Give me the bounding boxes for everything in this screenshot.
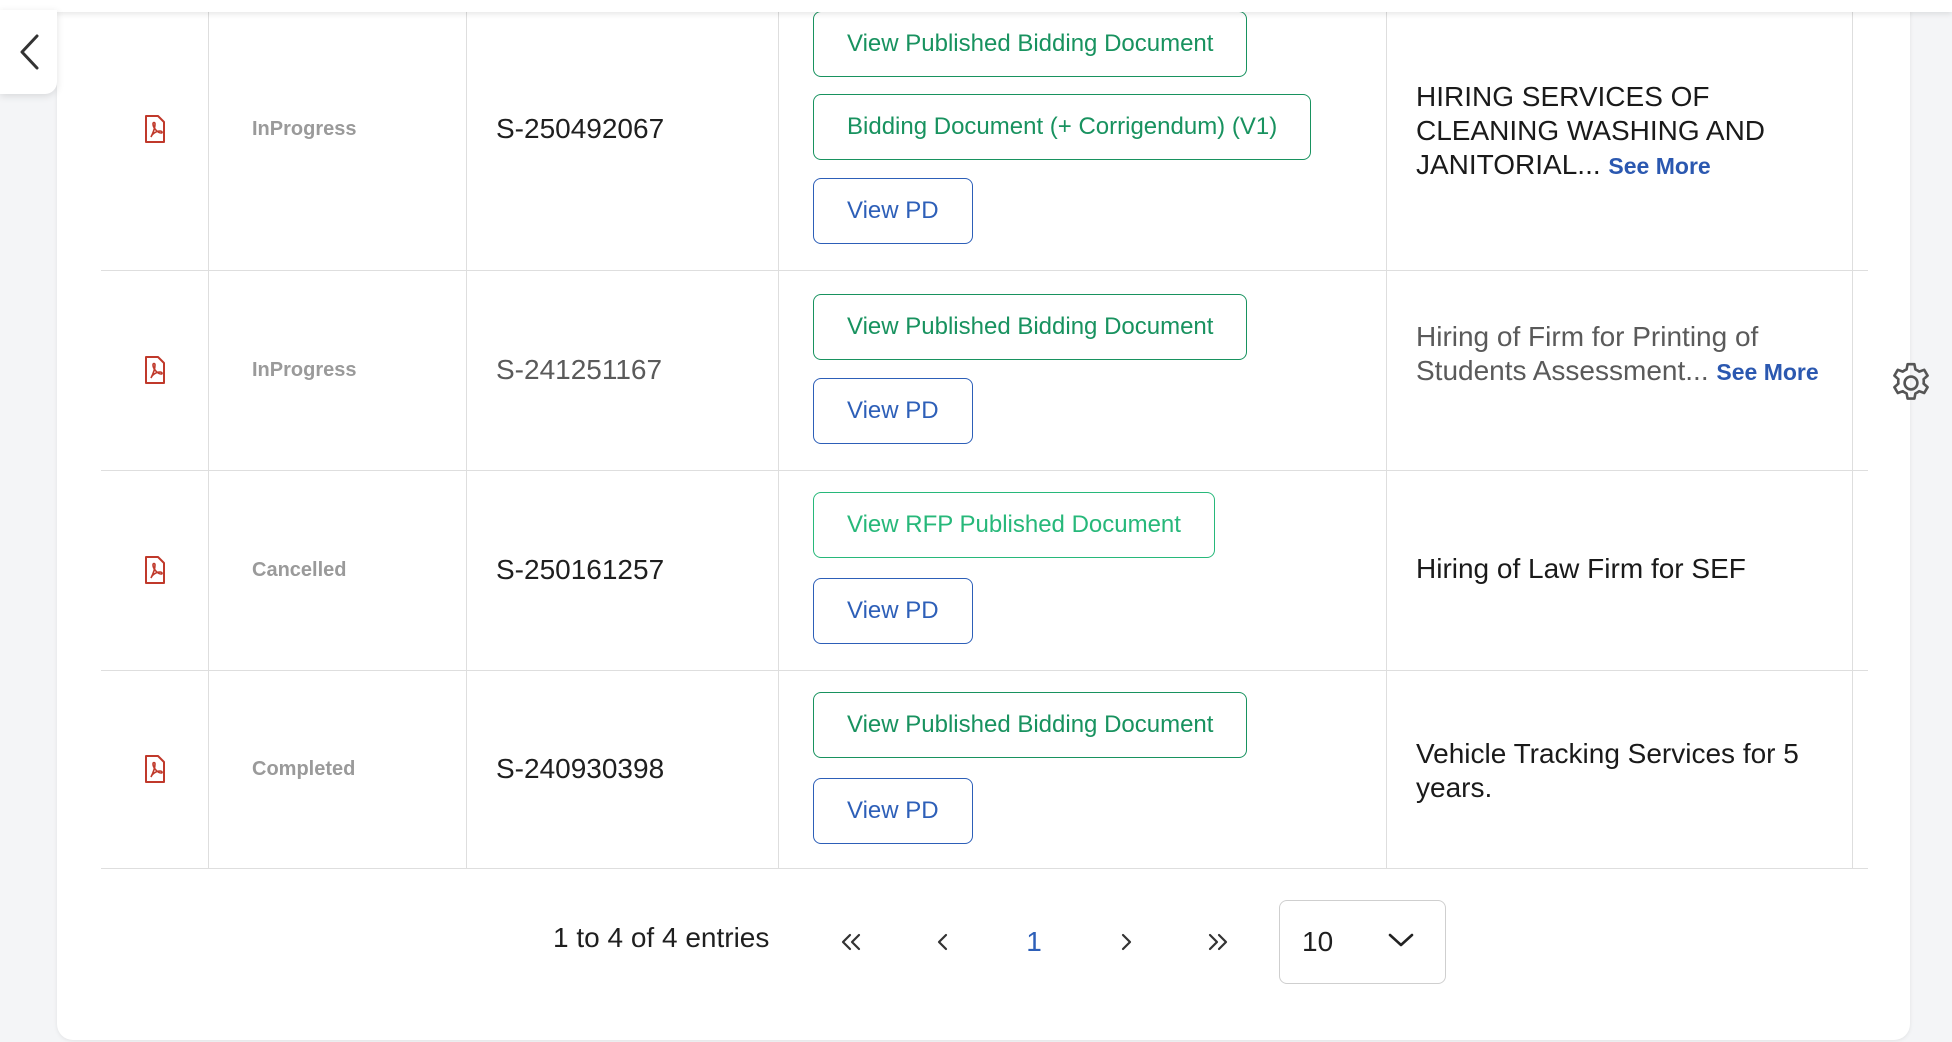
view-published-bidding-document-button[interactable]: View Published Bidding Document — [813, 11, 1248, 77]
settings-button[interactable] — [1886, 358, 1936, 408]
top-bar — [0, 0, 1952, 12]
first-page-button[interactable] — [826, 914, 876, 970]
description: Hiring of Law Firm for SEF — [1416, 552, 1846, 586]
chevron-down-icon — [1388, 933, 1414, 947]
row-divider — [101, 868, 1868, 869]
see-more-link[interactable]: See More — [1716, 359, 1818, 385]
reference-number: S-250161257 — [496, 554, 665, 585]
view-published-bidding-document-button[interactable]: View Published Bidding Document — [813, 294, 1248, 360]
status-text: InProgress — [252, 358, 357, 381]
chevron-left-icon — [937, 933, 948, 951]
view-rfp-published-document-button[interactable]: View RFP Published Document — [813, 492, 1215, 558]
see-more-link[interactable]: See More — [1608, 153, 1710, 179]
status-text: Cancelled — [252, 558, 347, 581]
back-button[interactable] — [0, 10, 57, 94]
description-text: HIRING SERVICES OF CLEANING WASHING AND … — [1416, 81, 1766, 180]
view-pd-button[interactable]: View PD — [813, 378, 973, 444]
table-row: Completed S-240930398 View Published Bid… — [101, 670, 1868, 868]
chevron-right-icon — [1121, 933, 1132, 951]
page-size-value: 10 — [1302, 926, 1334, 957]
pdf-file-icon[interactable] — [143, 755, 167, 783]
reference-number: S-241251167 — [496, 354, 663, 385]
description-text: Hiring of Law Firm for SEF — [1416, 553, 1746, 584]
reference-number: S-240930398 — [496, 753, 665, 784]
page-size-select[interactable]: 10 — [1279, 900, 1446, 984]
pdf-file-icon[interactable] — [143, 115, 167, 143]
description: HIRING SERVICES OF CLEANING WASHING AND … — [1416, 80, 1846, 183]
view-pd-button[interactable]: View PD — [813, 578, 973, 644]
table-row: InProgress S-250492067 View Published Bi… — [101, 0, 1868, 270]
description: Vehicle Tracking Services for 5 years. — [1416, 737, 1846, 805]
pdf-file-icon[interactable] — [143, 556, 167, 584]
reference-number: S-250492067 — [496, 113, 665, 144]
pdf-cell[interactable] — [101, 470, 208, 670]
pdf-cell[interactable] — [101, 670, 208, 868]
pdf-file-icon[interactable] — [143, 356, 167, 384]
view-pd-button[interactable]: View PD — [813, 178, 973, 244]
description: Hiring of Firm for Printing of Students … — [1416, 320, 1846, 389]
page-number-button[interactable]: 1 — [1009, 914, 1059, 970]
view-pd-button[interactable]: View PD — [813, 778, 973, 844]
chevrons-right-icon — [1208, 933, 1228, 951]
bidding-document-corrigendum-button[interactable]: Bidding Document (+ Corrigendum) (V1) — [813, 94, 1312, 160]
description-text: Hiring of Firm for Printing of Students … — [1416, 321, 1759, 386]
last-page-button[interactable] — [1193, 914, 1243, 970]
chevron-left-icon — [20, 34, 38, 70]
chevrons-left-icon — [841, 933, 861, 951]
table-row: Cancelled S-250161257 View RFP Published… — [101, 470, 1868, 670]
pdf-cell[interactable] — [101, 0, 208, 258]
status-text: Completed — [252, 757, 356, 780]
description-text: Vehicle Tracking Services for 5 years. — [1416, 738, 1799, 803]
pagination: 1 to 4 of 4 entries 1 10 — [0, 900, 1952, 984]
gear-icon — [1893, 362, 1929, 400]
pdf-cell[interactable] — [101, 270, 208, 470]
view-published-bidding-document-button[interactable]: View Published Bidding Document — [813, 692, 1248, 758]
previous-page-button[interactable] — [918, 914, 968, 970]
entries-info: 1 to 4 of 4 entries — [553, 922, 770, 953]
next-page-button[interactable] — [1101, 914, 1151, 970]
table-row: InProgress S-241251167 View Published Bi… — [101, 270, 1868, 470]
status-text: InProgress — [252, 117, 357, 140]
